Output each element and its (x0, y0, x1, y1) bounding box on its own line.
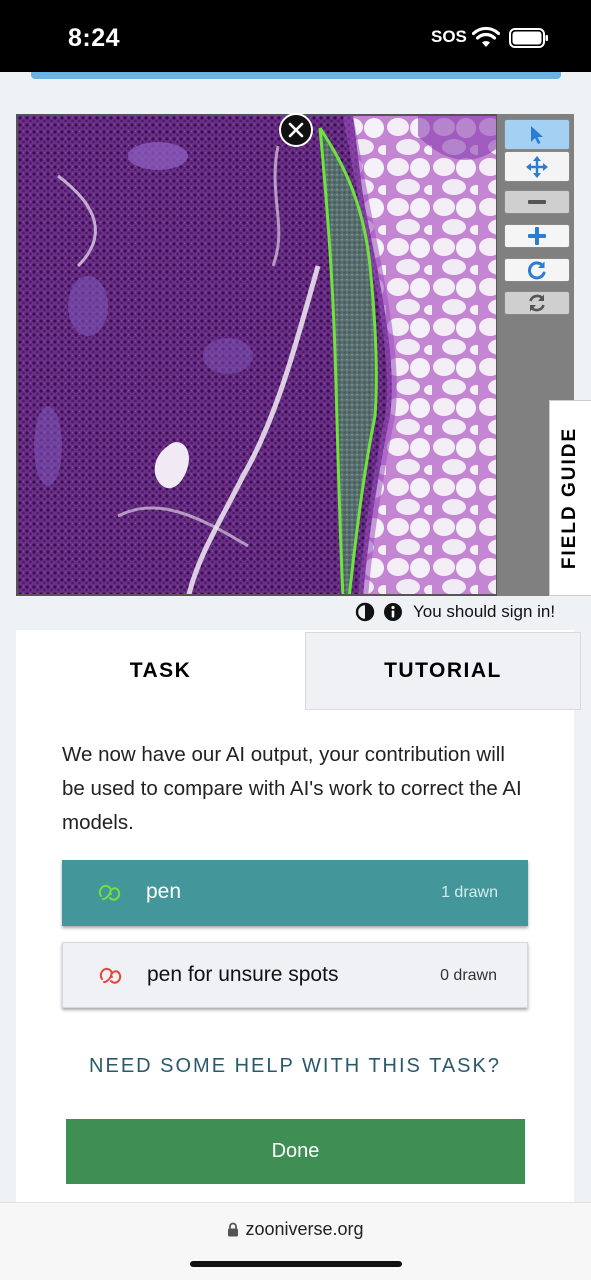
url-text: zooniverse.org (245, 1219, 364, 1239)
microscopy-tissue-image[interactable] (18, 116, 498, 596)
unsure-pen-tool-label: pen for unsure spots (147, 963, 339, 986)
field-guide-label: FIELD GUIDE (559, 426, 581, 570)
reset-view-button[interactable] (504, 291, 570, 315)
url-bar[interactable]: zooniverse.org (0, 1219, 591, 1240)
task-help-link[interactable]: NEED SOME HELP WITH THIS TASK? (62, 1055, 528, 1078)
status-time: 8:24 (68, 24, 121, 52)
pen-tool-label: pen (146, 880, 182, 903)
header-accent-strip (31, 72, 561, 79)
cursor-select-icon (531, 125, 543, 144)
pen-tool-count: 1 drawn (441, 884, 498, 901)
field-guide-tab[interactable]: FIELD GUIDE (549, 400, 591, 596)
home-indicator[interactable] (190, 1261, 402, 1267)
pen-freehand-icon (99, 967, 122, 984)
unsure-pen-tool-count: 0 drawn (440, 967, 497, 984)
tab-tutorial[interactable]: TUTORIAL (305, 632, 581, 710)
status-bar: 8:24 SOS (0, 0, 591, 72)
contrast-icon[interactable] (355, 602, 375, 622)
unsure-pen-tool-option[interactable]: pen for unsure spots 0 drawn (62, 942, 528, 1008)
zoom-out-icon (528, 200, 546, 204)
close-icon (288, 122, 304, 138)
zoom-in-button[interactable] (504, 224, 570, 248)
subject-image-viewer[interactable] (16, 114, 498, 596)
sign-in-link[interactable]: You should sign in! (413, 602, 555, 622)
delete-annotation-button[interactable] (279, 113, 313, 147)
zoom-out-button[interactable] (504, 190, 570, 214)
status-sos: SOS (431, 27, 467, 46)
browser-bottom-bar (0, 1202, 591, 1280)
zoom-in-icon (528, 227, 546, 245)
battery-icon (509, 28, 548, 48)
reset-view-icon (529, 294, 545, 312)
viewer-meta-row: You should sign in! (355, 600, 555, 624)
pen-freehand-icon (98, 884, 121, 901)
rotate-button[interactable] (504, 258, 570, 282)
done-button[interactable]: Done (66, 1119, 525, 1184)
select-tool-button[interactable] (504, 119, 570, 150)
pen-tool-option[interactable]: pen 1 drawn (62, 860, 528, 926)
pan-move-icon (526, 155, 548, 178)
task-instruction: We now have our AI output, your contribu… (62, 743, 522, 834)
wifi-icon (472, 26, 500, 47)
rotate-icon (528, 261, 546, 280)
tab-task[interactable]: TASK (16, 632, 305, 710)
pan-tool-button[interactable] (504, 151, 570, 182)
lock-icon (228, 1222, 239, 1237)
info-icon[interactable] (383, 602, 403, 622)
